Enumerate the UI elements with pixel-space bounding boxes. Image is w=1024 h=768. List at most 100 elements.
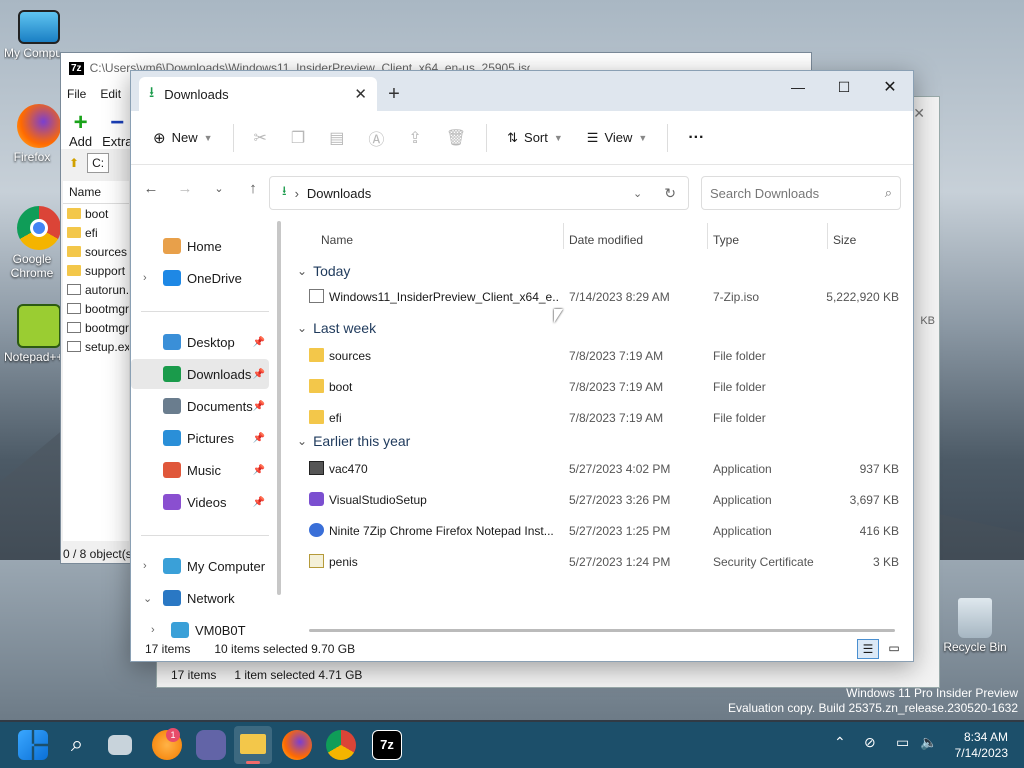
delete-button[interactable]: 🗑 [438, 122, 474, 154]
menu-edit[interactable]: Edit [100, 87, 121, 101]
navigation-pane: Home › OneDrive Desktop 📌 Downloads 📌 Documents… [131, 215, 279, 641]
speaker-icon[interactable]: 🔈 [920, 734, 937, 751]
group-header[interactable]: ⌄ Today [297, 263, 350, 279]
col-header-date[interactable]: Date modified [569, 233, 643, 247]
maximize-button[interactable]: ☐ [821, 71, 867, 103]
sidebar-item-music[interactable]: Music 📌 [131, 455, 269, 485]
close-tab-icon[interactable]: ✕ [354, 85, 367, 103]
chevron-right-icon[interactable]: › [143, 560, 147, 572]
col-header-name[interactable]: Name [63, 181, 129, 204]
chevron-right-icon[interactable]: › [143, 272, 147, 284]
menu-file[interactable]: File [67, 87, 86, 101]
zip-list-item[interactable]: boot [63, 204, 129, 223]
tiles-view-button[interactable]: ▭ [883, 639, 905, 659]
zip-list-item[interactable]: setup.ex [63, 337, 129, 356]
clock[interactable]: 8:34 AM 7/14/2023 [955, 729, 1008, 761]
horizontal-scrollbar[interactable] [309, 629, 895, 632]
file-row[interactable]: Windows11_InsiderPreview_Client_x64_e...… [289, 283, 905, 311]
file-row[interactable]: boot 7/8/2023 7:19 AM File folder [289, 373, 905, 401]
address-bar[interactable]: ⭳ › Downloads ⌄ ↻ [269, 176, 689, 210]
file-row[interactable]: penis 5/27/2023 1:24 PM Security Certifica… [289, 548, 905, 576]
chevron-right-icon[interactable]: › [151, 624, 155, 636]
music-icon [163, 462, 181, 478]
close-button[interactable]: ✕ [867, 71, 913, 103]
col-header-type[interactable]: Type [713, 233, 739, 247]
item-count: 17 items [145, 642, 191, 656]
zip-list-item[interactable]: efi [63, 223, 129, 242]
zip-list-item[interactable]: support [63, 261, 129, 280]
forward-arrow-icon[interactable]: → [175, 180, 195, 197]
sort-button[interactable]: ⇅ Sort ▼ [499, 124, 571, 152]
sidebar-scrollbar[interactable] [277, 221, 281, 595]
new-tab-button[interactable]: + [377, 77, 411, 111]
view-button[interactable]: ☰ View ▼ [579, 124, 656, 152]
file-row[interactable]: sources 7/8/2023 7:19 AM File folder [289, 342, 905, 370]
sidebar-item-desktop[interactable]: Desktop 📌 [131, 327, 269, 357]
file-row[interactable]: Ninite 7Zip Chrome Firefox Notepad Inst.… [289, 517, 905, 545]
recent-locations-icon[interactable]: ⌄ [209, 182, 229, 195]
zip-list-item[interactable]: bootmgr [63, 299, 129, 318]
search-input[interactable]: Search Downloads ⌕ [701, 176, 901, 210]
paste-button[interactable]: ▤ [321, 122, 352, 154]
col-divider[interactable] [563, 223, 564, 249]
col-divider[interactable] [707, 223, 708, 249]
chevron-down-icon[interactable]: ⌄ [143, 592, 152, 605]
task-view-icon[interactable] [108, 735, 132, 755]
close-icon[interactable]: ✕ [913, 105, 925, 122]
sidebar-item-label: VM0B0T [195, 622, 246, 638]
sidebar-item-home[interactable]: Home [131, 231, 269, 261]
zip-list-item[interactable]: bootmgr [63, 318, 129, 337]
sidebar-item-documents[interactable]: Documents 📌 [131, 391, 269, 421]
add-button[interactable]: + Add [69, 111, 92, 150]
address-segment-downloads[interactable]: Downloads [307, 186, 371, 201]
network-icon[interactable]: ⊘ [864, 734, 876, 751]
cell-name: VisualStudioSetup [329, 493, 427, 507]
up-arrow-icon[interactable]: ↑ [243, 180, 263, 197]
chrome-icon[interactable] [326, 730, 356, 760]
rename-button[interactable]: Ⓐ [360, 120, 392, 156]
chevron-down-icon[interactable]: ⌄ [633, 187, 642, 200]
display-icon[interactable]: ▭ [896, 734, 909, 751]
share-button[interactable]: ⇪ [400, 122, 429, 154]
group-header[interactable]: ⌄ Earlier this year [297, 433, 410, 449]
explorer-window[interactable]: ⭳ Downloads ✕ + — ☐ ✕ ⊕ New ▼ ✂ ❐ ▤ Ⓐ ⇪ 🗑 … [130, 70, 914, 662]
chevron-up-icon[interactable]: ⌃ [834, 734, 846, 751]
firefox-icon[interactable] [282, 730, 312, 760]
sidebar-item-my-computer[interactable]: › My Computer [131, 551, 269, 581]
col-header-name[interactable]: Name [321, 233, 353, 247]
sidebar-item-onedrive[interactable]: › OneDrive [131, 263, 269, 293]
zip-list-item[interactable]: sources [63, 242, 129, 261]
start-button[interactable] [18, 730, 48, 760]
copy-button[interactable]: ❐ [283, 122, 313, 154]
zip-list-item[interactable]: autorun. [63, 280, 129, 299]
file-row[interactable]: VisualStudioSetup 5/27/2023 3:26 PM Applic… [289, 486, 905, 514]
extract-button[interactable]: − Extra [102, 111, 132, 150]
zip-item-label: boot [85, 206, 109, 221]
minimize-button[interactable]: — [775, 71, 821, 103]
desktop-icon-recycle-bin[interactable]: Recycle Bin [940, 598, 1010, 654]
col-header-size[interactable]: Size [833, 233, 856, 247]
details-view-button[interactable]: ☰ [857, 639, 879, 659]
sidebar-item-videos[interactable]: Videos 📌 [131, 487, 269, 517]
group-header[interactable]: ⌄ Last week [297, 320, 376, 336]
7zip-path[interactable]: C: [87, 153, 110, 173]
file-row[interactable]: efi 7/8/2023 7:19 AM File folder [289, 404, 905, 432]
chat-icon[interactable] [196, 730, 226, 760]
more-options-button[interactable]: ··· [680, 123, 712, 153]
up-folder-icon[interactable]: ⬆ [69, 156, 79, 170]
new-button[interactable]: ⊕ New ▼ [145, 123, 221, 153]
back-arrow-icon[interactable]: ← [141, 180, 161, 197]
cell-size: 3 KB [872, 555, 899, 569]
search-icon[interactable]: ⌕ [62, 730, 92, 760]
refresh-icon[interactable]: ↻ [664, 185, 676, 202]
sidebar-item-pictures[interactable]: Pictures 📌 [131, 423, 269, 453]
col-divider[interactable] [827, 223, 828, 249]
file-row[interactable]: vac470 5/27/2023 4:02 PM Application 937 KB [289, 455, 905, 483]
sidebar-item-network[interactable]: ⌄ Network [131, 583, 269, 613]
tab-downloads[interactable]: ⭳ Downloads ✕ [139, 77, 377, 111]
sidebar-item-downloads[interactable]: Downloads 📌 [131, 359, 269, 389]
7zip-taskbar-icon[interactable]: 7z [372, 730, 402, 760]
cut-button[interactable]: ✂ [246, 122, 275, 154]
file-explorer-taskbar-button[interactable] [234, 726, 272, 764]
video-icon [163, 494, 181, 510]
